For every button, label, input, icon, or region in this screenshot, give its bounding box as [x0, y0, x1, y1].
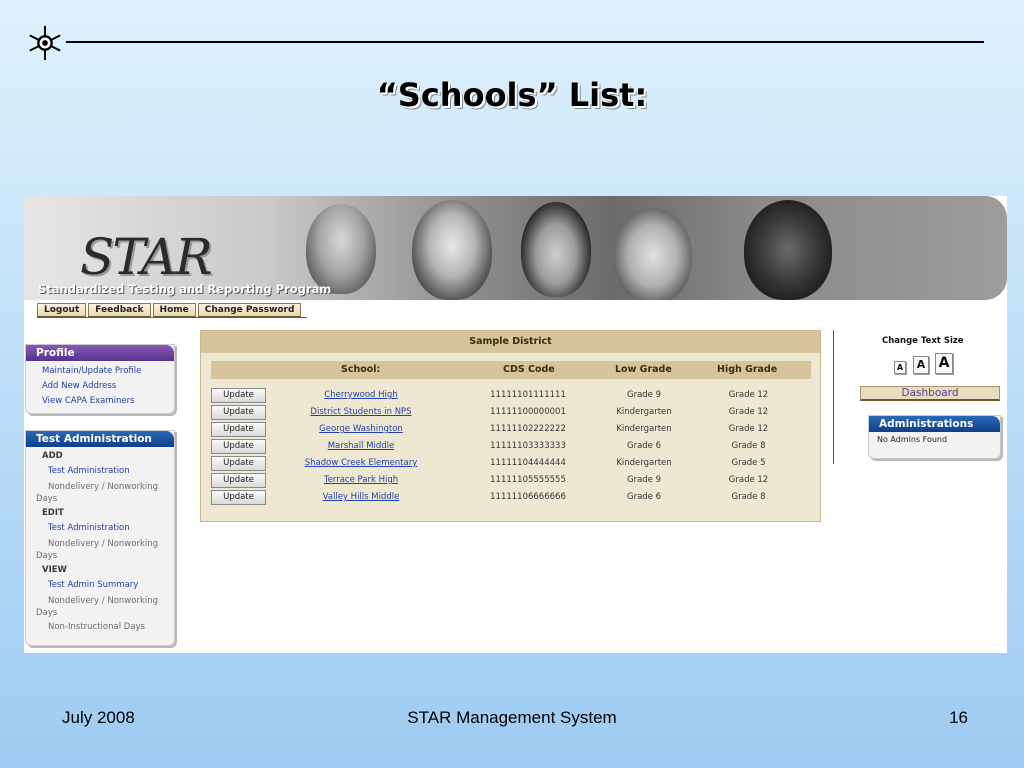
header-banner: STAR Standardized Testing and Reporting … [24, 196, 1007, 300]
update-button[interactable]: Update [211, 473, 266, 488]
low-grade: Kindergarten [616, 458, 672, 468]
school-name-link[interactable]: District Students in NPS [291, 407, 431, 417]
update-button[interactable]: Update [211, 422, 266, 437]
administrations-title: Administrations [869, 416, 1000, 432]
nav-underline [37, 317, 307, 318]
home-tab[interactable]: Home [152, 303, 196, 318]
high-grade: Grade 5 [731, 458, 766, 468]
add-test-admin-link[interactable]: Test Administration [26, 464, 174, 479]
star-logo: STAR [80, 228, 213, 286]
high-grade: Grade 8 [731, 441, 766, 451]
cds-code: 11111105555555 [490, 475, 566, 485]
student-photo [306, 204, 376, 294]
program-tagline: Standardized Testing and Reporting Progr… [38, 282, 332, 296]
maintain-profile-link[interactable]: Maintain/Update Profile [26, 364, 174, 379]
table-row: Update Terrace Park High 11111105555555 Gra… [211, 472, 811, 489]
star-app-screenshot: STAR Standardized Testing and Reporting … [24, 196, 1007, 653]
view-capa-examiners-link[interactable]: View CAPA Examiners [26, 394, 174, 409]
text-size-large-button[interactable]: A [935, 353, 953, 374]
view-nondelivery-link[interactable]: Nondelivery / Nonworking Days [26, 593, 174, 620]
star-logo-icon [29, 25, 61, 61]
slide-number: 16 [949, 708, 968, 727]
col-header-cds-code: CDS Code [503, 364, 555, 375]
student-photo [744, 200, 832, 300]
update-button[interactable]: Update [211, 490, 266, 505]
profile-panel: Profile Maintain/Update Profile Add New … [25, 344, 175, 414]
update-button[interactable]: Update [211, 405, 266, 420]
slide-title: “Schools” List: [376, 76, 648, 114]
logout-tab[interactable]: Logout [37, 303, 87, 318]
update-button[interactable]: Update [211, 388, 266, 403]
school-name-link[interactable]: Valley Hills Middle [291, 492, 431, 502]
add-new-address-link[interactable]: Add New Address [26, 379, 174, 394]
text-size-small-button[interactable]: A [894, 361, 906, 374]
cds-code: 11111104444444 [490, 458, 566, 468]
low-grade: Grade 9 [626, 475, 662, 485]
test-admin-panel: Test Administration ADD Test Administrat… [25, 430, 175, 646]
table-row: Update Cherrywood High 11111101111111 Grade… [211, 387, 811, 404]
school-name-link[interactable]: George Washington [291, 424, 431, 434]
update-button[interactable]: Update [211, 439, 266, 454]
table-row: Update George Washington 11111102222222 Kin… [211, 421, 811, 438]
cds-code: 11111100000001 [490, 407, 566, 417]
edit-nondelivery-link[interactable]: Nondelivery / Nonworking Days [26, 536, 174, 563]
table-row: Update Marshall Middle 11111103333333 Grade… [211, 438, 811, 455]
column-divider [833, 330, 834, 464]
schools-table: Sample District School: CDS Code Low Gra… [200, 330, 821, 522]
low-grade: Kindergarten [616, 407, 672, 417]
student-photo [521, 202, 591, 297]
cds-code: 11111103333333 [490, 441, 566, 451]
school-name-link[interactable]: Terrace Park High [291, 475, 431, 485]
update-button[interactable]: Update [211, 456, 266, 471]
cds-code: 11111101111111 [490, 390, 566, 400]
low-grade: Grade 9 [626, 390, 662, 400]
school-name-link[interactable]: Cherrywood High [291, 390, 431, 400]
table-header-row: School: CDS Code Low Grade High Grade [211, 361, 811, 379]
school-name-link[interactable]: Marshall Middle [291, 441, 431, 451]
low-grade: Grade 6 [626, 441, 662, 451]
school-name-link[interactable]: Shadow Creek Elementary [291, 458, 431, 468]
high-grade: Grade 12 [728, 390, 769, 400]
administrations-panel: Administrations No Admins Found [868, 415, 1001, 459]
low-grade: Grade 6 [626, 492, 662, 502]
col-header-school: School: [341, 364, 381, 375]
cds-code: 11111102222222 [490, 424, 566, 434]
high-grade: Grade 12 [728, 475, 769, 485]
edit-section-label: EDIT [42, 508, 64, 518]
view-section-label: VIEW [42, 565, 67, 575]
table-row: Update Valley Hills Middle 11111106666666 G… [211, 489, 811, 506]
student-photo [614, 208, 692, 300]
col-header-low-grade: Low Grade [615, 364, 672, 375]
dashboard-tab[interactable]: Dashboard [860, 386, 1000, 401]
high-grade: Grade 8 [731, 492, 766, 502]
profile-panel-title: Profile [26, 345, 174, 361]
change-text-size-label: Change Text Size [882, 336, 964, 346]
add-section-label: ADD [42, 451, 63, 461]
title-rule [66, 41, 984, 43]
view-non-instructional-days-link[interactable]: Non-Instructional Days [26, 620, 174, 635]
edit-test-admin-link[interactable]: Test Administration [26, 521, 174, 536]
district-name: Sample District [201, 331, 820, 353]
cds-code: 11111106666666 [490, 492, 566, 502]
test-admin-panel-title: Test Administration [26, 431, 174, 447]
text-size-medium-button[interactable]: A [913, 356, 929, 374]
table-row: Update Shadow Creek Elementary 11111104444… [211, 455, 811, 472]
table-row: Update District Students in NPS 1111110000… [211, 404, 811, 421]
view-test-admin-summary-link[interactable]: Test Admin Summary [26, 578, 174, 593]
change-password-tab[interactable]: Change Password [197, 303, 302, 318]
high-grade: Grade 12 [728, 424, 769, 434]
add-nondelivery-link[interactable]: Nondelivery / Nonworking Days [26, 479, 174, 506]
low-grade: Kindergarten [616, 424, 672, 434]
col-header-high-grade: High Grade [717, 364, 778, 375]
footer-title: STAR Management System [407, 708, 617, 727]
student-photo [412, 200, 492, 300]
no-admins-message: No Admins Found [877, 435, 948, 444]
feedback-tab[interactable]: Feedback [88, 303, 151, 318]
high-grade: Grade 12 [728, 407, 769, 417]
